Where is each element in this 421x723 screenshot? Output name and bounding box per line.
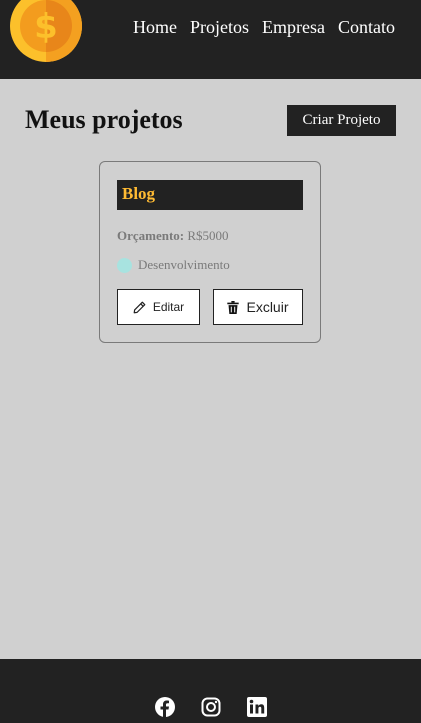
budget-value: R$5000 [187, 228, 229, 243]
nav-link-contato[interactable]: Contato [338, 17, 395, 38]
navbar: $ Home Projetos Empresa Contato [0, 0, 421, 79]
page-header: Meus projetos Criar Projeto [25, 105, 396, 137]
nav-link-empresa[interactable]: Empresa [262, 17, 325, 38]
nav-link-home[interactable]: Home [133, 17, 177, 38]
project-category: Desenvolvimento [117, 257, 303, 273]
delete-label: Excluir [246, 299, 289, 315]
delete-button[interactable]: Excluir [213, 289, 303, 325]
edit-button[interactable]: Editar [117, 289, 200, 325]
page-title: Meus projetos [25, 105, 183, 134]
create-project-button[interactable]: Criar Projeto [287, 105, 396, 136]
footer [0, 659, 421, 723]
social-links [0, 697, 421, 717]
trash-icon [227, 300, 240, 314]
instagram-icon[interactable] [201, 697, 221, 717]
project-title: Blog [117, 180, 303, 210]
nav-links: Home Projetos Empresa Contato [133, 17, 395, 38]
category-label: Desenvolvimento [138, 257, 230, 272]
linkedin-icon[interactable] [246, 697, 267, 717]
edit-label: Editar [152, 300, 185, 314]
nav-link-projetos[interactable]: Projetos [190, 17, 249, 38]
category-dot-icon [117, 257, 132, 273]
budget-label: Orçamento: [117, 228, 185, 243]
project-card: Blog Orçamento: R$5000 Desenvolvimento E… [99, 161, 321, 343]
svg-text:$: $ [34, 7, 58, 47]
pencil-icon [133, 301, 146, 313]
project-budget: Orçamento: R$5000 [117, 228, 303, 244]
coin-dollar-icon[interactable]: $ [10, 0, 82, 62]
facebook-icon[interactable] [154, 697, 175, 717]
project-actions: Editar Excluir [117, 289, 303, 325]
